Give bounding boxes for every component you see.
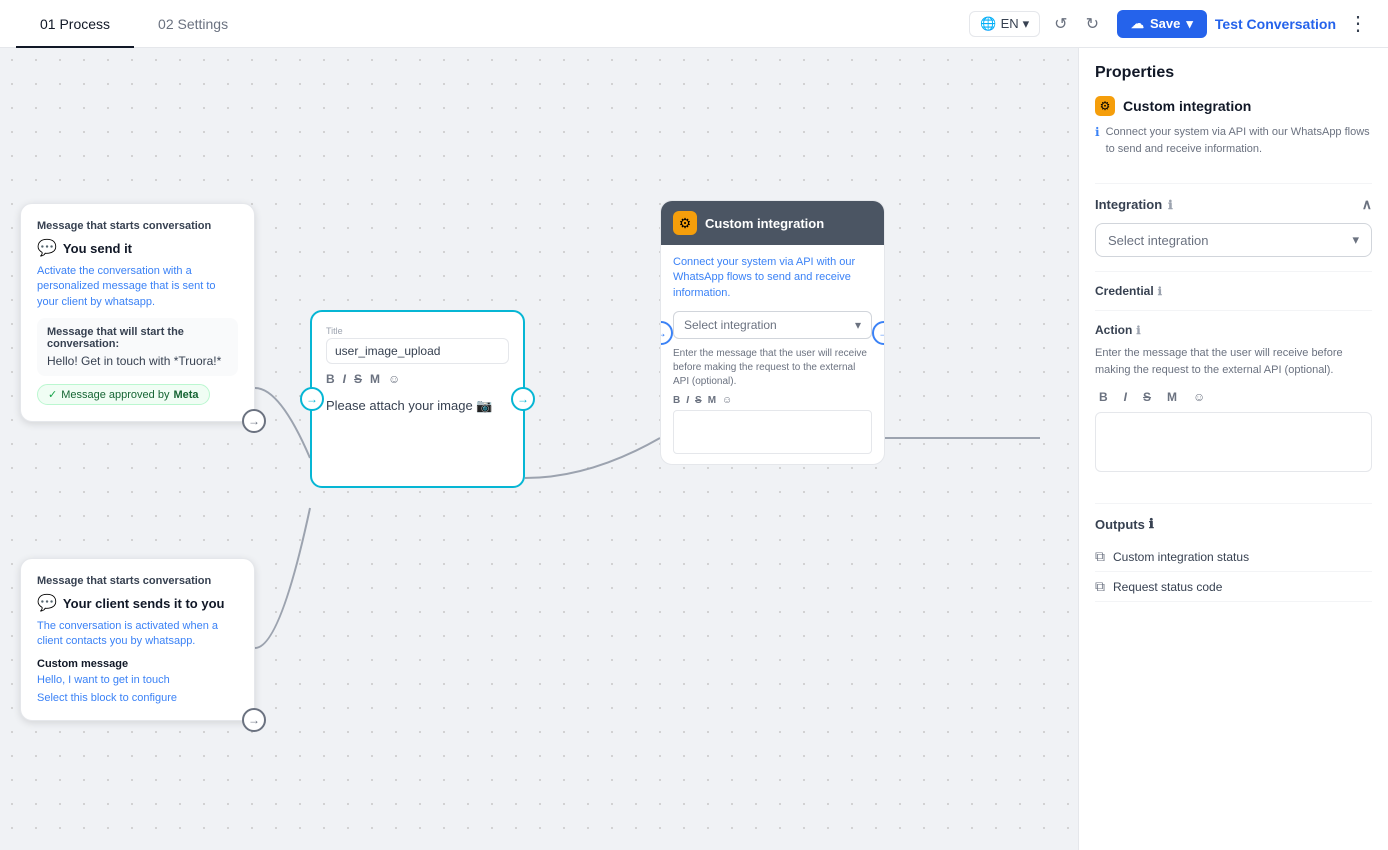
output-copy-icon-2: ⧉ xyxy=(1095,578,1105,595)
approved-badge: ✓ Message approved by Meta xyxy=(37,384,210,405)
sender-name-bot: Your client sends it to you xyxy=(63,596,225,611)
editor-toolbar: B I S M ☺ xyxy=(326,372,509,386)
integration-card-title: Custom integration xyxy=(705,216,824,231)
whatsapp-icon-bot: 💬 xyxy=(37,593,57,613)
mini-strike-btn[interactable]: S xyxy=(695,395,702,406)
divider-4 xyxy=(1095,503,1372,504)
panel-info-text: Connect your system via API with our Wha… xyxy=(1106,124,1372,157)
connector-arrow-top[interactable]: → xyxy=(242,409,266,433)
panel-integration-title: Custom integration xyxy=(1123,98,1251,114)
test-conversation-button[interactable]: Test Conversation xyxy=(1215,16,1336,32)
emoji-button[interactable]: ☺ xyxy=(388,372,400,386)
message-bubble: Message that will start the conversation… xyxy=(37,318,238,376)
panel-select-arrow-icon: ▾ xyxy=(1352,232,1359,248)
canvas[interactable]: Message that starts conversation 💬 You s… xyxy=(0,48,1078,850)
action-label: Action ℹ xyxy=(1095,323,1372,337)
mini-editor[interactable] xyxy=(673,410,872,454)
check-icon: ✓ xyxy=(48,388,57,401)
custom-integration-card: ⧉ ↻ 🗑 ⚙ Custom integration Connect your … xyxy=(660,200,885,465)
output-copy-icon-1: ⧉ xyxy=(1095,548,1105,565)
sender-name: You send it xyxy=(63,241,132,256)
strikethrough-button[interactable]: S xyxy=(354,372,362,386)
tab-process[interactable]: 01 Process xyxy=(16,1,134,48)
chevron-down-icon: ▾ xyxy=(1023,16,1030,32)
integration-desc: Connect your system via API with our Wha… xyxy=(673,255,872,301)
undo-button[interactable]: ↺ xyxy=(1048,10,1073,38)
action-info-badge: ℹ xyxy=(1136,324,1140,337)
outputs-info-badge: ℹ xyxy=(1149,516,1154,532)
input-right-arrow[interactable]: → xyxy=(511,387,535,411)
input-left-arrow[interactable]: → xyxy=(300,387,324,411)
redo-button[interactable]: ↻ xyxy=(1080,10,1105,38)
custom-msg-value: Hello, I want to get in touch xyxy=(37,674,238,686)
panel-info-row: ℹ Connect your system via API with our W… xyxy=(1095,124,1372,171)
save-icon: ☁ xyxy=(1131,16,1144,32)
save-button[interactable]: ☁ Save ▾ xyxy=(1117,10,1207,38)
tab-settings[interactable]: 02 Settings xyxy=(134,1,252,48)
save-chevron-icon: ▾ xyxy=(1186,16,1193,32)
panel-integration-select[interactable]: Select integration ▾ xyxy=(1095,223,1372,257)
message-card-bottom: Message that starts conversation 💬 Your … xyxy=(20,558,255,721)
integration-card-header: ⚙ Custom integration xyxy=(661,201,884,245)
divider-1 xyxy=(1095,183,1372,184)
mini-mono-btn[interactable]: M xyxy=(708,395,716,406)
main-area: Message that starts conversation 💬 You s… xyxy=(0,48,1388,850)
panel-integration-header: ⚙ Custom integration xyxy=(1095,96,1372,116)
italic-button[interactable]: I xyxy=(343,372,346,386)
globe-icon: 🌐 xyxy=(980,16,996,32)
undo-redo-group: ↺ ↻ xyxy=(1048,10,1105,38)
action-desc: Enter the message that the user will rec… xyxy=(1095,345,1372,378)
panel-title: Properties xyxy=(1095,64,1372,82)
bold-button[interactable]: B xyxy=(326,372,335,386)
properties-panel: Properties ⚙ Custom integration ℹ Connec… xyxy=(1078,48,1388,850)
custom-msg-label: Custom message xyxy=(37,658,238,670)
whatsapp-icon: 💬 xyxy=(37,238,57,258)
integration-section-label: Integration ℹ ∧ xyxy=(1095,196,1372,213)
panel-italic-btn[interactable]: I xyxy=(1120,388,1131,406)
integration-card-body: Connect your system via API with our Wha… xyxy=(661,245,884,464)
integration-icon: ⚙ xyxy=(673,211,697,235)
more-options-icon[interactable]: ⋮ xyxy=(1344,7,1372,40)
editor-content: Please attach your image 📷 xyxy=(326,392,509,472)
input-title-field[interactable] xyxy=(326,338,509,364)
mini-emoji-btn[interactable]: ☺ xyxy=(722,395,732,406)
select-block-link[interactable]: Select this block to configure xyxy=(37,692,238,704)
input-title-label: Title xyxy=(326,326,509,336)
canvas-connections xyxy=(0,48,1078,850)
mini-bold-btn[interactable]: B xyxy=(673,395,680,406)
message-card-top: Message that starts conversation 💬 You s… xyxy=(20,203,255,422)
outputs-section-label: Outputs ℹ xyxy=(1095,516,1372,532)
panel-bold-btn[interactable]: B xyxy=(1095,388,1112,406)
top-nav: 01 Process 02 Settings 🌐 EN ▾ ↺ ↻ ☁ Save… xyxy=(0,0,1388,48)
mini-toolbar: B I S M ☺ xyxy=(673,395,872,406)
mini-italic-btn[interactable]: I xyxy=(686,395,689,406)
panel-strike-btn[interactable]: S xyxy=(1139,388,1155,406)
card-desc-bot: The conversation is activated when a cli… xyxy=(37,619,238,650)
divider-2 xyxy=(1095,271,1372,272)
integration-collapse-btn[interactable]: ∧ xyxy=(1362,196,1372,213)
panel-integration-icon: ⚙ xyxy=(1095,96,1115,116)
user-input-card: Title B I S M ☺ Please attach your image… xyxy=(310,310,525,488)
message-card-top-title: Message that starts conversation xyxy=(37,220,238,232)
panel-editor[interactable] xyxy=(1095,412,1372,472)
divider-3 xyxy=(1095,310,1372,311)
panel-mono-btn[interactable]: M xyxy=(1163,388,1181,406)
credential-info-badge: ℹ xyxy=(1158,285,1162,298)
output-item-code: ⧉ Request status code xyxy=(1095,572,1372,602)
mono-button[interactable]: M xyxy=(370,372,380,386)
dropdown-arrow-icon: ▾ xyxy=(855,318,861,332)
info-icon: ℹ xyxy=(1095,125,1100,139)
credential-label: Credential ℹ xyxy=(1095,284,1372,298)
message-card-bot-title: Message that starts conversation xyxy=(37,575,238,587)
card-desc: Activate the conversation with a persona… xyxy=(37,264,238,310)
output-item-status: ⧉ Custom integration status xyxy=(1095,542,1372,572)
optional-desc: Enter the message that the user will rec… xyxy=(673,347,872,389)
panel-emoji-btn[interactable]: ☺ xyxy=(1189,388,1209,406)
language-selector[interactable]: 🌐 EN ▾ xyxy=(969,11,1040,37)
integration-info-badge: ℹ xyxy=(1168,198,1173,212)
panel-editor-toolbar: B I S M ☺ xyxy=(1095,388,1372,406)
connector-arrow-bot[interactable]: → xyxy=(242,708,266,732)
integration-select-dropdown[interactable]: Select integration ▾ xyxy=(673,311,872,339)
